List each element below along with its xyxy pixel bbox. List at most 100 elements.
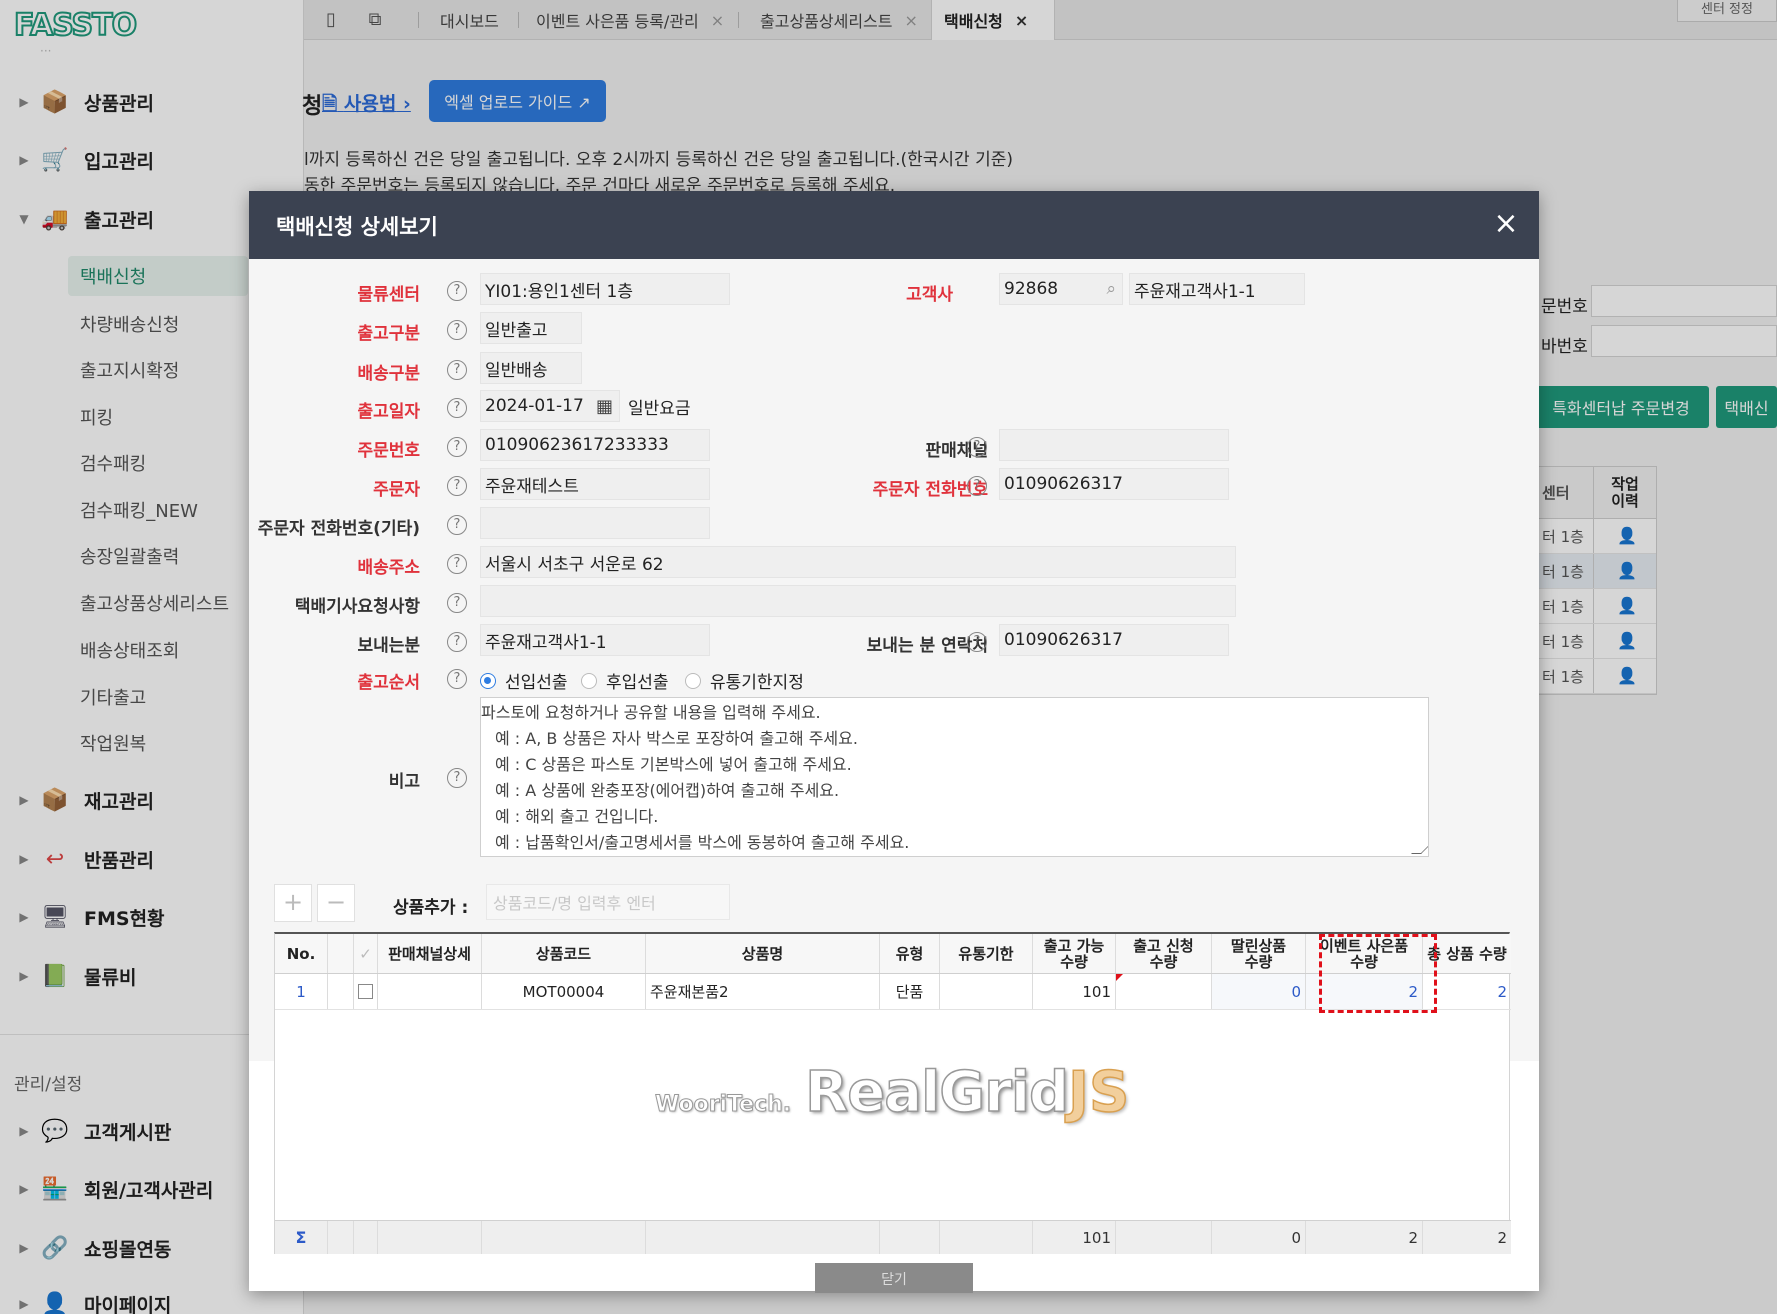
remove-row-button[interactable]: − bbox=[317, 884, 355, 922]
grid-footer: Σ 101 0 2 2 bbox=[275, 1220, 1511, 1254]
product-add-input[interactable]: 상품코드/명 입력후 엔터 bbox=[486, 884, 730, 920]
footer-sigma: Σ bbox=[275, 1221, 328, 1254]
product-grid: No. ✓ 판매채널상세 상품코드 상품명 유형 유통기한 출고 가능 수량 출… bbox=[274, 932, 1511, 1254]
help-icon[interactable]: ? bbox=[967, 437, 987, 457]
cell-no: 1 bbox=[275, 974, 328, 1009]
parcel-detail-modal: 택배신청 상세보기 × 물류센터 ? YI01:용인1센터 1층 고객사 928… bbox=[249, 191, 1539, 1293]
rate-text: 일반요금 bbox=[628, 399, 691, 419]
cell-blank bbox=[328, 974, 354, 1009]
column-header-name[interactable]: 상품명 bbox=[646, 934, 880, 973]
sender-phone-field: 01090626317 bbox=[999, 624, 1229, 656]
modal-header: 택배신청 상세보기 × bbox=[249, 191, 1539, 259]
calendar-icon[interactable]: ▦ bbox=[596, 396, 613, 417]
radio-label: 후입선출 bbox=[606, 673, 669, 693]
radio-fifo[interactable]: 선입선출 bbox=[480, 668, 568, 693]
close-icon[interactable]: × bbox=[1489, 207, 1523, 241]
add-row-button[interactable]: + bbox=[274, 884, 312, 922]
label-orderer-phone-etc: 주문자 전화번호(기타) bbox=[257, 519, 420, 539]
label-out-type: 출고구분 bbox=[357, 324, 420, 344]
help-icon[interactable]: ? bbox=[447, 632, 467, 652]
help-icon[interactable]: ? bbox=[447, 320, 467, 340]
watermark-main: RealGrid bbox=[804, 1059, 1069, 1126]
check-icon: ✓ bbox=[359, 944, 372, 963]
out-date-field[interactable]: 2024-01-17 ▦ bbox=[480, 390, 620, 422]
cell-name: 주윤재본품2 bbox=[646, 974, 880, 1009]
orderer-phone-field: 01090626317 bbox=[999, 468, 1229, 500]
help-icon[interactable]: ? bbox=[447, 281, 467, 301]
cell-attached: 0 bbox=[1212, 974, 1306, 1009]
memo-line: 파스토에 요청하거나 공유할 내용을 입력해 주세요. bbox=[481, 703, 821, 722]
order-no-field: 01090623617233333 bbox=[480, 429, 710, 461]
radio-label: 선입선출 bbox=[505, 673, 568, 693]
cell-request[interactable] bbox=[1116, 974, 1212, 1009]
memo-line: 예 : A 상품에 완충포장(에어캡)하여 출고해 주세요. bbox=[495, 781, 840, 800]
center-field: YI01:용인1센터 1층 bbox=[480, 273, 730, 305]
customer-name-field: 주윤재고객사1-1 bbox=[1129, 273, 1305, 305]
radio-label: 유통기한지정 bbox=[710, 673, 804, 693]
column-header-type[interactable]: 유형 bbox=[880, 934, 940, 973]
label-customer: 고객사 bbox=[906, 285, 953, 305]
orderer-phone-etc-field bbox=[480, 507, 710, 539]
radio-dot bbox=[581, 672, 597, 689]
cell-code: MOT00004 bbox=[482, 974, 646, 1009]
radio-dot bbox=[685, 672, 701, 689]
label-address: 배송주소 bbox=[357, 558, 420, 578]
help-icon[interactable]: ? bbox=[967, 476, 987, 496]
footer-cell bbox=[378, 1221, 482, 1254]
help-icon[interactable]: ? bbox=[447, 515, 467, 535]
watermark-brand: WooriTech. bbox=[654, 1092, 792, 1118]
column-header-no[interactable]: No. bbox=[275, 934, 328, 973]
column-header-check[interactable]: ✓ bbox=[354, 934, 378, 973]
radio-lifo[interactable]: 후입선출 bbox=[581, 668, 669, 693]
column-header-available[interactable]: 출고 가능 수량 bbox=[1033, 934, 1116, 973]
event-gift-highlight bbox=[1319, 934, 1437, 1013]
memo-textarea[interactable]: 파스토에 요청하거나 공유할 내용을 입력해 주세요. 예 : A, B 상품은… bbox=[480, 697, 1429, 857]
cell-available: 101 bbox=[1033, 974, 1116, 1009]
search-icon[interactable]: ⌕ bbox=[1106, 279, 1116, 299]
cell-channel-detail bbox=[378, 974, 482, 1009]
column-header-expiry[interactable]: 유통기한 bbox=[940, 934, 1033, 973]
memo-line: 예 : C 상품은 파스토 기본박스에 넣어 출고해 주세요. bbox=[495, 755, 852, 774]
sales-channel-field bbox=[999, 429, 1229, 461]
memo-line: 예 : 해외 출고 건입니다. bbox=[495, 807, 659, 826]
orderer-field: 주윤재테스트 bbox=[480, 468, 710, 500]
help-icon[interactable]: ? bbox=[447, 476, 467, 496]
cell-check[interactable] bbox=[354, 974, 378, 1009]
label-center: 물류센터 bbox=[357, 285, 420, 305]
help-icon[interactable]: ? bbox=[447, 593, 467, 613]
sender-field: 주윤재고객사1-1 bbox=[480, 624, 710, 656]
driver-request-field bbox=[480, 585, 1236, 617]
ship-type-field: 일반배송 bbox=[480, 352, 582, 384]
cell-expiry bbox=[940, 974, 1033, 1009]
edited-marker-icon bbox=[1116, 974, 1123, 981]
help-icon[interactable]: ? bbox=[447, 554, 467, 574]
label-order-no: 주문번호 bbox=[357, 441, 420, 461]
footer-event-gift: 2 bbox=[1306, 1221, 1423, 1254]
footer-attached: 0 bbox=[1212, 1221, 1306, 1254]
radio-dot bbox=[480, 672, 496, 689]
close-button[interactable]: 닫기 bbox=[815, 1263, 973, 1293]
column-header-attached[interactable]: 딸린상품 수량 bbox=[1212, 934, 1306, 973]
label-memo: 비고 bbox=[388, 772, 420, 792]
label-out-date: 출고일자 bbox=[357, 402, 420, 422]
help-icon[interactable]: ? bbox=[967, 632, 987, 652]
product-add-label: 상품추가 : bbox=[393, 898, 469, 918]
cell-type: 단품 bbox=[880, 974, 940, 1009]
column-header-request[interactable]: 출고 신청 수량 bbox=[1116, 934, 1212, 973]
customer-code-field[interactable]: 92868 ⌕ bbox=[999, 273, 1123, 305]
realgrid-watermark: WooriTech. RealGrid JS bbox=[654, 1059, 1130, 1126]
column-header-code[interactable]: 상품코드 bbox=[482, 934, 646, 973]
label-sender: 보내는분 bbox=[357, 636, 420, 656]
row-checkbox[interactable] bbox=[358, 984, 373, 999]
customer-code-value: 92868 bbox=[1004, 279, 1059, 299]
radio-expiry[interactable]: 유통기한지정 bbox=[685, 668, 804, 693]
help-icon[interactable]: ? bbox=[447, 768, 467, 788]
help-icon[interactable]: ? bbox=[447, 669, 467, 689]
modal-title: 택배신청 상세보기 bbox=[276, 215, 438, 239]
help-icon[interactable]: ? bbox=[447, 360, 467, 380]
label-out-order: 출고순서 bbox=[357, 673, 420, 693]
memo-line: 예 : 납품확인서/출고명세서를 박스에 동봉하여 출고해 주세요. bbox=[495, 833, 910, 852]
help-icon[interactable]: ? bbox=[447, 398, 467, 418]
column-header-channel-detail[interactable]: 판매채널상세 bbox=[378, 934, 482, 973]
help-icon[interactable]: ? bbox=[447, 437, 467, 457]
